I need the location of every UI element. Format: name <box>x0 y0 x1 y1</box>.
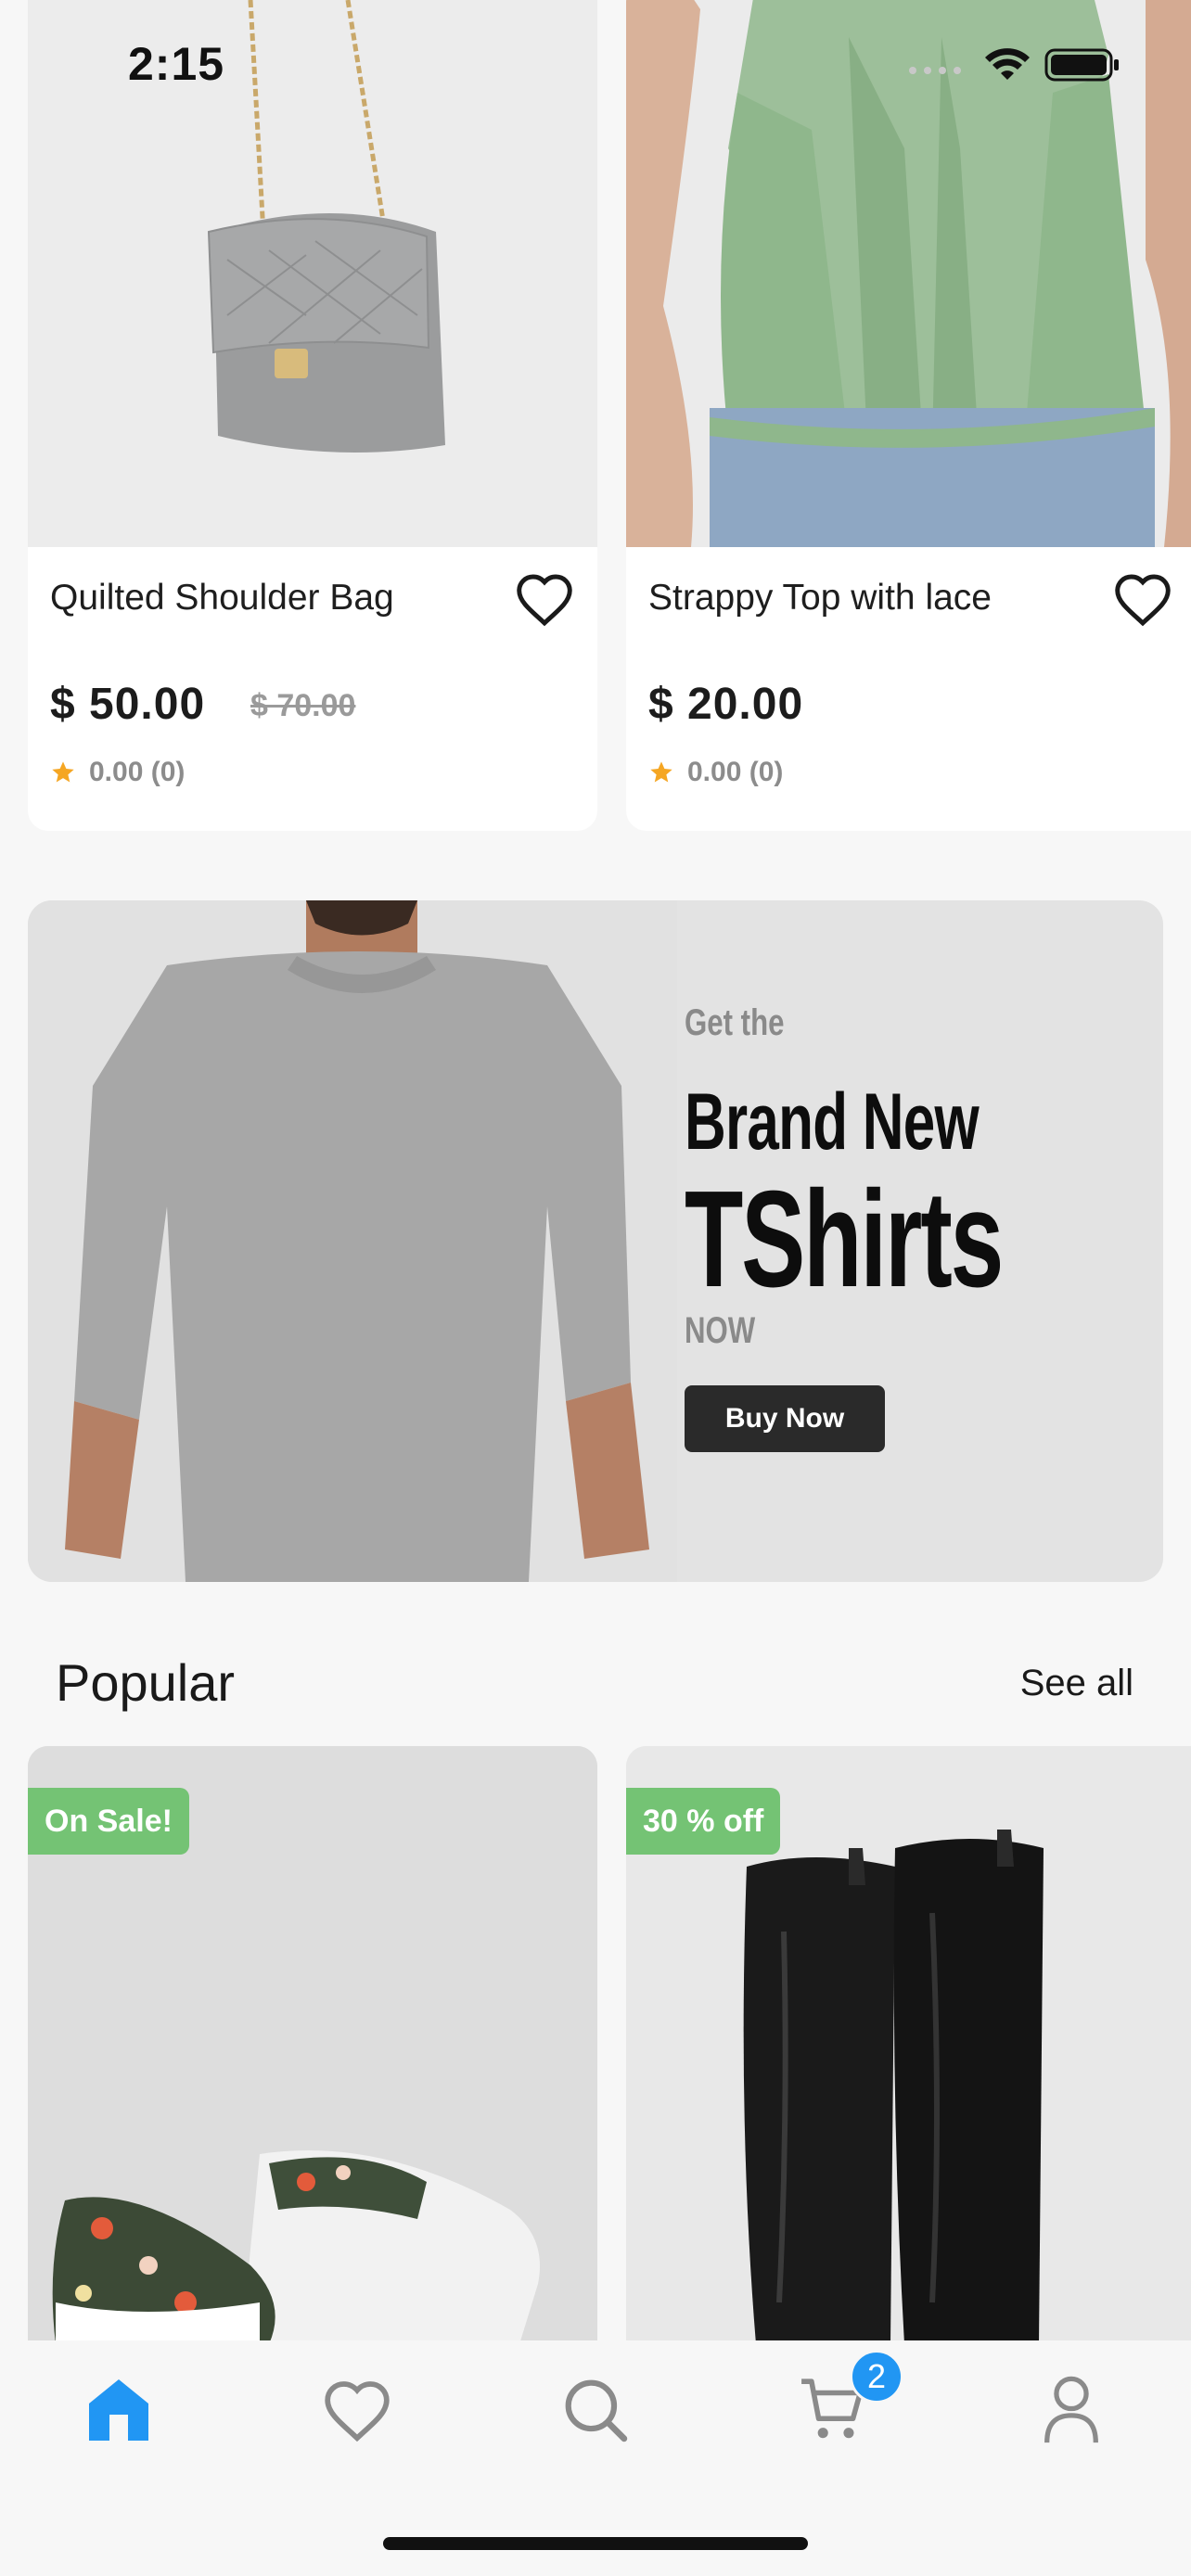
home-icon <box>89 2379 148 2441</box>
home-indicator <box>383 2537 808 2550</box>
profile-icon <box>1044 2376 1098 2443</box>
heart-icon <box>325 2381 390 2442</box>
rating-text: 0.00 (0) <box>89 757 186 787</box>
buy-now-button[interactable]: Buy Now <box>685 1385 885 1452</box>
favorite-heart-icon[interactable] <box>1112 571 1173 627</box>
wifi-icon <box>985 48 1030 80</box>
banner-line-1: Get the <box>685 1002 785 1043</box>
product-rating: 0.00 (0) <box>648 757 783 788</box>
rating-text: 0.00 (0) <box>687 757 784 787</box>
star-icon <box>650 761 672 783</box>
cart-count-badge: 2 <box>850 2350 903 2404</box>
tshirt-model-image <box>28 900 677 1582</box>
product-price: $ 20.00 <box>648 680 804 729</box>
product-rating: 0.00 (0) <box>50 757 185 788</box>
sale-badge: On Sale! <box>28 1788 189 1855</box>
tab-home[interactable] <box>77 2368 160 2452</box>
promo-banner[interactable]: Get the Brand New TShirts NOW Buy Now <box>28 900 1163 1582</box>
banner-line-4: NOW <box>685 1310 756 1351</box>
status-time: 2:15 <box>128 38 225 90</box>
banner-line-3: TShirts <box>685 1163 1004 1316</box>
search-icon <box>565 2379 628 2442</box>
tab-search[interactable] <box>554 2368 637 2452</box>
tab-favorites[interactable] <box>315 2368 399 2452</box>
see-all-link[interactable]: See all <box>1020 1663 1133 1704</box>
product-title[interactable]: Quilted Shoulder Bag <box>50 578 394 618</box>
product-old-price: $ 70.00 <box>250 688 356 723</box>
cellular-signal-icon <box>909 67 961 74</box>
battery-icon <box>1044 48 1119 82</box>
popular-product-card[interactable]: On Sale! <box>28 1746 597 2344</box>
product-price: $ 50.00 <box>50 680 206 729</box>
status-icons <box>907 46 1121 83</box>
status-bar: 2:15 <box>0 0 1191 130</box>
favorite-heart-icon[interactable] <box>514 571 575 627</box>
discount-badge: 30 % off <box>626 1788 781 1855</box>
product-title[interactable]: Strappy Top with lace <box>648 578 992 618</box>
star-icon <box>52 761 74 783</box>
tab-profile[interactable] <box>1030 2368 1113 2452</box>
popular-product-card[interactable]: 30 % off <box>626 1746 1191 2344</box>
popular-section-title: Popular <box>56 1653 236 1712</box>
banner-line-2: Brand New <box>685 1078 980 1167</box>
